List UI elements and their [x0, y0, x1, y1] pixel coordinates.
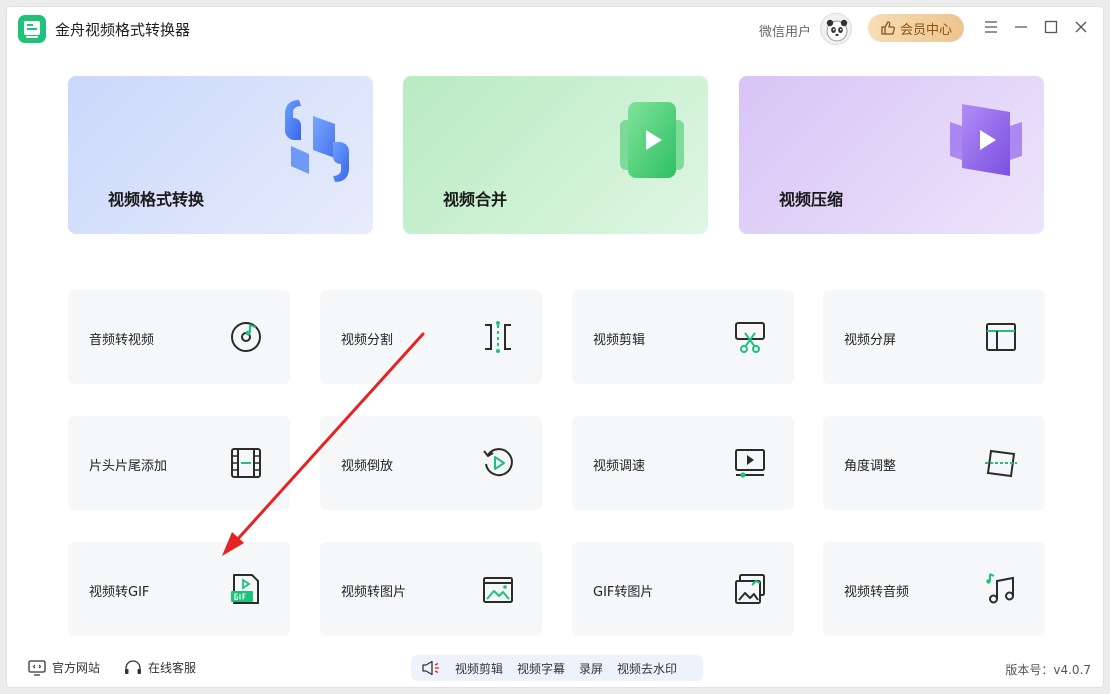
video-compress-icon: [950, 104, 1022, 176]
split-screen-icon: [986, 323, 1016, 351]
promo-link-video-edit[interactable]: 视频剪辑: [455, 660, 503, 677]
hero-card-format-convert[interactable]: 视频格式转换: [68, 76, 373, 234]
vip-center-label: 会员中心: [899, 22, 952, 38]
image-icon: [483, 577, 513, 603]
tool-label: 视频倒放: [341, 459, 394, 474]
scissors-icon: [735, 322, 765, 353]
megaphone-icon: [422, 660, 439, 676]
film-strip-icon: [231, 448, 261, 478]
gallery-icon: [735, 574, 765, 604]
close-icon[interactable]: [1071, 17, 1091, 37]
tool-label: 视频分屏: [844, 333, 897, 348]
tool-video-to-image[interactable]: 视频转图片: [320, 542, 542, 636]
tool-split-screen[interactable]: 视频分屏: [823, 290, 1045, 384]
hero-card-video-merge[interactable]: 视频合并: [403, 76, 708, 234]
monitor-icon: [28, 659, 46, 676]
promo-link-watermark-remove[interactable]: 视频去水印: [617, 660, 677, 677]
promo-link-screen-record[interactable]: 录屏: [579, 660, 603, 677]
video-merge-icon: [620, 102, 684, 178]
tool-label: 视频转图片: [341, 585, 407, 600]
promo-link-subtitles[interactable]: 视频字幕: [517, 660, 565, 677]
tool-gif-to-image[interactable]: GIF转图片: [572, 542, 794, 636]
hero-card-label: 视频压缩: [779, 190, 844, 209]
tool-label: 视频转音频: [844, 585, 910, 600]
headset-icon: [125, 659, 141, 674]
rotate-frame-icon: [985, 449, 1017, 478]
hero-card-label: 视频格式转换: [108, 190, 205, 209]
tool-label: 视频调速: [593, 459, 646, 474]
app-title: 金舟视频格式转换器: [55, 21, 191, 39]
audio-disc-icon: [231, 322, 261, 352]
tool-video-edit[interactable]: 视频剪辑: [572, 290, 794, 384]
online-service-label: 在线客服: [148, 661, 197, 675]
tool-label: 角度调整: [844, 459, 897, 474]
version-label: 版本号：v4.0.7: [1005, 663, 1091, 677]
official-website-link[interactable]: 官方网站: [28, 659, 100, 676]
tool-video-reverse[interactable]: 视频倒放: [320, 416, 542, 510]
tool-video-split[interactable]: 视频分割: [320, 290, 542, 384]
tool-video-to-audio[interactable]: 视频转音频: [823, 542, 1045, 636]
hero-card-video-compress[interactable]: 视频压缩: [739, 76, 1044, 234]
official-website-label: 官方网站: [52, 661, 101, 675]
tool-intro-outro[interactable]: 片头片尾添加: [68, 416, 290, 510]
thumbs-up-icon: [881, 21, 895, 35]
tool-video-speed[interactable]: 视频调速: [572, 416, 794, 510]
tool-label: 视频剪辑: [593, 333, 646, 348]
music-note-icon: [986, 573, 1014, 604]
footer: 官方网站 在线客服 视频剪辑 视频字幕 录屏 视频去水印 版本号：v4.0.7: [7, 651, 1103, 683]
maximize-icon[interactable]: [1041, 17, 1061, 37]
app-window: 金舟视频格式转换器 微信用户 会员中心 视频格式转换 视频合并 视频压缩 音频转…: [6, 6, 1104, 688]
tool-label: 视频分割: [341, 333, 394, 348]
format-convert-icon: [285, 100, 349, 182]
reverse-play-icon: [483, 448, 513, 477]
tool-label: 视频转GIF: [89, 585, 150, 600]
tool-video-to-gif[interactable]: 视频转GIF: [68, 542, 290, 636]
tool-label: 片头片尾添加: [89, 459, 168, 474]
split-icon: [485, 321, 511, 353]
avatar[interactable]: [820, 13, 852, 45]
menu-icon[interactable]: [981, 17, 1001, 37]
tool-audio-to-video[interactable]: 音频转视频: [68, 290, 290, 384]
vip-center-button[interactable]: 会员中心: [868, 14, 964, 42]
tool-label: 音频转视频: [89, 333, 155, 348]
minimize-icon[interactable]: [1011, 17, 1031, 37]
promo-links-bar: 视频剪辑 视频字幕 录屏 视频去水印: [411, 655, 703, 681]
tool-rotate[interactable]: 角度调整: [823, 416, 1045, 510]
online-service-link[interactable]: 在线客服: [124, 659, 196, 676]
hero-card-label: 视频合并: [443, 190, 508, 209]
speed-screen-icon: [735, 449, 765, 478]
app-logo-icon: [18, 15, 46, 43]
user-name[interactable]: 微信用户: [759, 21, 811, 40]
title-bar: 金舟视频格式转换器 微信用户 会员中心: [7, 7, 1103, 51]
tool-label: GIF转图片: [593, 585, 654, 600]
gif-file-icon: [231, 574, 259, 604]
